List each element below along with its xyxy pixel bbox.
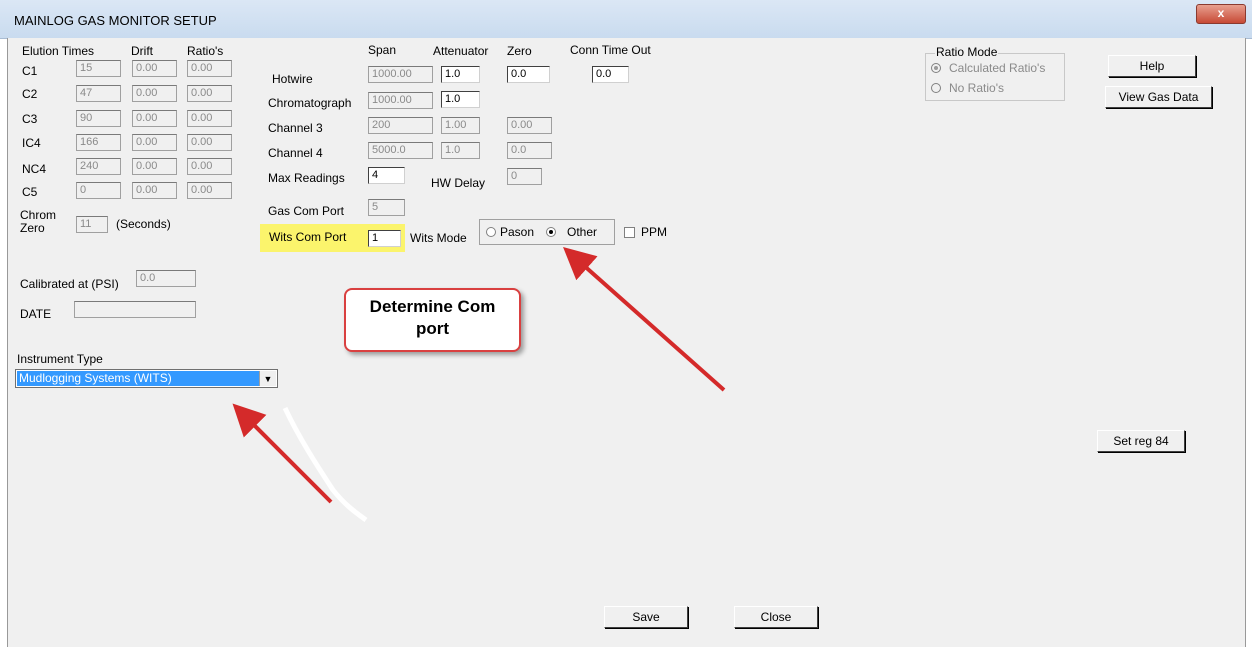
annotation-overlay	[232, 247, 726, 523]
arrow-to-instrument-type	[232, 403, 333, 504]
white-scribble-mark	[282, 406, 368, 523]
arrow-to-wits-mode	[563, 247, 726, 392]
